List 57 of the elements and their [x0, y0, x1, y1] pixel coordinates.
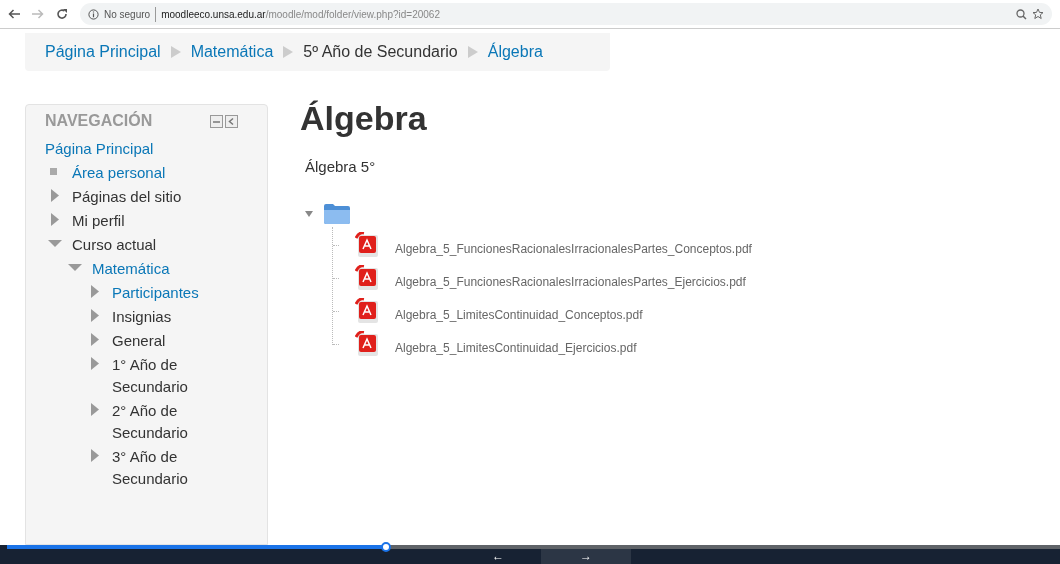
- separator-icon: [170, 46, 181, 58]
- nav-item[interactable]: Curso actual: [72, 234, 192, 256]
- nav-item[interactable]: Páginas del sitio: [72, 186, 192, 208]
- nav-link[interactable]: Página Principal: [45, 138, 165, 160]
- forward-icon[interactable]: [32, 9, 44, 19]
- caret-right-icon[interactable]: [91, 357, 99, 370]
- caret-down-icon[interactable]: [68, 264, 82, 272]
- file-link[interactable]: Algebra_5_LimitesContinuidad_Ejercicios.pdf: [395, 339, 637, 357]
- back-icon[interactable]: [8, 9, 20, 19]
- separator-icon: [283, 46, 294, 58]
- folder-icon: [323, 202, 351, 225]
- star-icon[interactable]: [1032, 8, 1044, 20]
- file-link[interactable]: Algebra_5_LimitesContinuidad_Conceptos.pdf: [395, 306, 643, 324]
- breadcrumb-link[interactable]: Álgebra: [487, 40, 543, 64]
- nav-item[interactable]: 3° Año de Secundario: [112, 446, 232, 490]
- zoom-icon[interactable]: [1016, 8, 1027, 20]
- nav-item[interactable]: General: [112, 330, 232, 352]
- nav-link[interactable]: Participantes: [112, 282, 232, 304]
- pdf-file-icon: [355, 331, 379, 357]
- address-bar[interactable]: No seguro moodleeco.unsa.edu.ar/moodle/mod/folder/view.php?id=20062: [80, 3, 1052, 25]
- breadcrumb-link[interactable]: Matemática: [190, 40, 274, 64]
- reload-icon[interactable]: [56, 8, 68, 20]
- block-title: NAVEGACIÓN: [45, 110, 153, 131]
- nav-item[interactable]: Insignias: [112, 306, 232, 328]
- nav-link[interactable]: Matemática: [92, 258, 212, 280]
- caret-right-icon[interactable]: [51, 213, 59, 226]
- nav-item[interactable]: Mi perfil: [72, 210, 192, 232]
- nav-link[interactable]: Área personal: [72, 162, 192, 184]
- pdf-file-icon: [355, 298, 379, 324]
- file-link[interactable]: Algebra_5_FuncionesRacionalesIrracionalesPartes_Ejercicios.pdf: [395, 273, 746, 291]
- pdf-file-icon: [355, 232, 379, 258]
- next-button[interactable]: →: [541, 549, 631, 564]
- nav-item[interactable]: 2° Año de Secundario: [112, 400, 232, 444]
- breadcrumb-item: 5º Año de Secundario: [303, 42, 458, 62]
- info-icon: [88, 8, 99, 20]
- caret-right-icon[interactable]: [91, 403, 99, 416]
- page-title: Álgebra: [300, 98, 428, 138]
- caret-down-icon[interactable]: [305, 210, 313, 217]
- caret-right-icon[interactable]: [91, 333, 99, 346]
- pdf-file-icon: [355, 265, 379, 291]
- previous-button[interactable]: ←: [455, 549, 541, 564]
- file-link[interactable]: Algebra_5_FuncionesRacionalesIrracionalesPartes_Conceptos.pdf: [395, 240, 752, 258]
- progress-thumb[interactable]: [381, 542, 392, 552]
- breadcrumb-link[interactable]: Página Principal: [45, 40, 161, 64]
- caret-down-icon[interactable]: [48, 240, 62, 248]
- security-label: No seguro: [104, 6, 157, 22]
- caret-right-icon[interactable]: [91, 285, 99, 298]
- url-text: moodleeco.unsa.edu.ar/moodle/mod/folder/view.php?id=20062: [161, 7, 440, 22]
- progress-track[interactable]: [7, 545, 1060, 549]
- bullet-icon: [50, 168, 57, 175]
- caret-right-icon[interactable]: [51, 189, 59, 202]
- nav-item[interactable]: 1° Año de Secundario: [112, 354, 232, 398]
- caret-right-icon[interactable]: [91, 309, 99, 322]
- caret-right-icon[interactable]: [91, 449, 99, 462]
- block-controls-icon[interactable]: [210, 114, 240, 128]
- folder-description: Álgebra 5°: [305, 157, 377, 177]
- separator-icon: [467, 46, 478, 58]
